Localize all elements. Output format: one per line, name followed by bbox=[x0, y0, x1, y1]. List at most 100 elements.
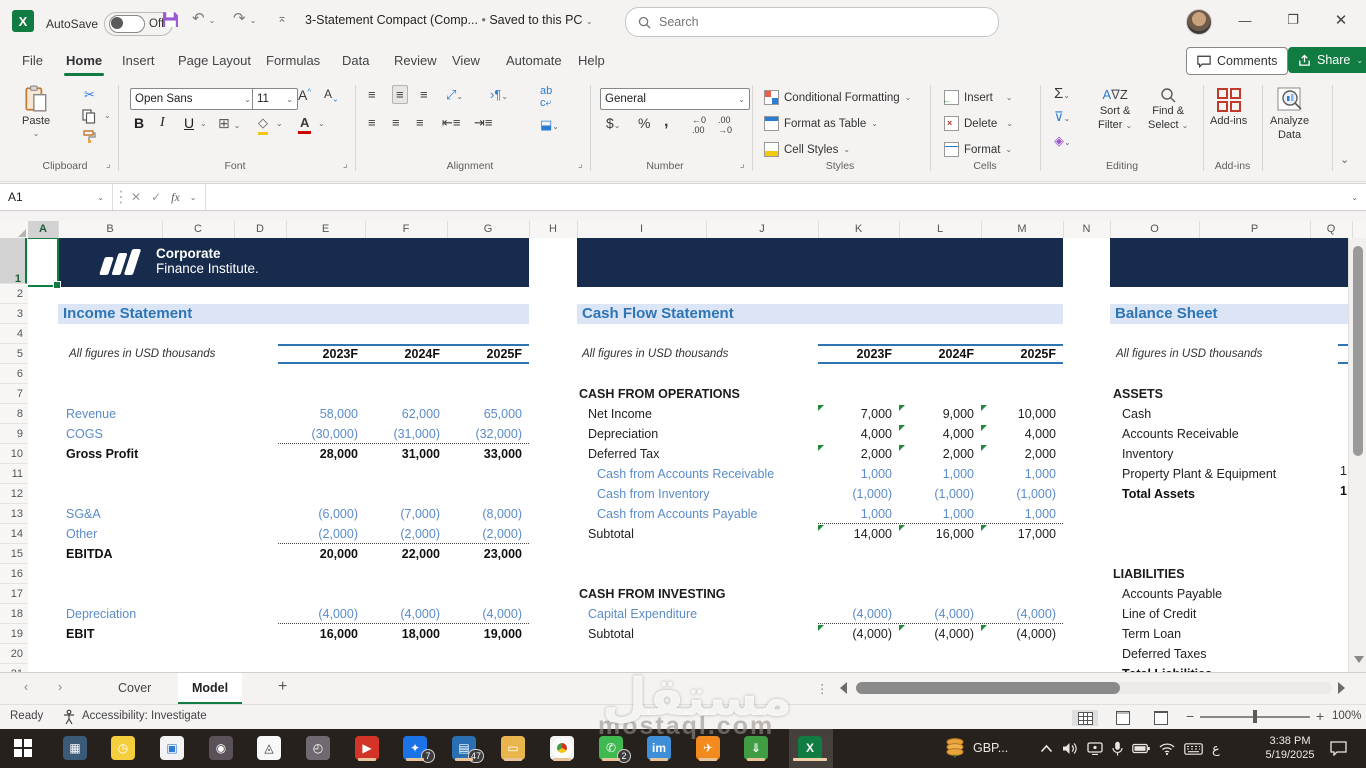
microphone-icon[interactable] bbox=[1112, 741, 1123, 756]
sheet-next-icon[interactable]: › bbox=[58, 680, 62, 694]
balance-row-inventory[interactable]: Inventory bbox=[28, 444, 1348, 464]
decrease-font-icon[interactable]: A⌄ bbox=[324, 87, 339, 103]
column-header-h[interactable]: H bbox=[529, 221, 578, 238]
row-header-5[interactable]: 5 bbox=[0, 344, 27, 364]
ribbon-tab-review[interactable]: Review bbox=[390, 48, 441, 74]
qat-customize-icon[interactable]: ⌅ bbox=[277, 11, 287, 25]
column-header-i[interactable]: I bbox=[577, 221, 707, 238]
share-button[interactable]: Share⌄ bbox=[1288, 47, 1366, 73]
sheet-tab-cover[interactable]: Cover bbox=[104, 673, 165, 704]
taskbar-clock[interactable]: 3:38 PM 5/19/2025 bbox=[1255, 734, 1325, 762]
fill-icon[interactable]: ⊽⌄ bbox=[1054, 109, 1070, 125]
restore-button[interactable]: ❐ bbox=[1276, 5, 1310, 35]
battery-icon[interactable] bbox=[1132, 743, 1150, 754]
minimize-button[interactable]: — bbox=[1228, 5, 1262, 35]
currency-ticker[interactable]: GBP... bbox=[945, 737, 1008, 759]
expand-formula-bar-icon[interactable]: ⌄ bbox=[1351, 193, 1366, 202]
ribbon-tab-automate[interactable]: Automate bbox=[502, 48, 566, 74]
format-as-table-button[interactable]: Format as Table⌄ bbox=[764, 113, 878, 134]
row-header-14[interactable]: 14 bbox=[0, 524, 27, 544]
cell-value[interactable]: 20,000 bbox=[278, 544, 358, 564]
row-header-9[interactable]: 9 bbox=[0, 424, 27, 444]
hscroll-right-icon[interactable] bbox=[1338, 682, 1345, 694]
clipboard-dialog-launcher-icon[interactable]: ⌟ bbox=[106, 159, 111, 170]
align-right-icon[interactable]: ≡ bbox=[416, 115, 424, 130]
cashflow-row-cash-from-accounts-payable[interactable]: Cash from Accounts Payable1,0001,0001,00… bbox=[28, 504, 1348, 524]
row-header-3[interactable]: 3 bbox=[0, 304, 27, 324]
decrease-indent-icon[interactable]: ⇤≡ bbox=[442, 115, 460, 131]
taskbar-app-start-icon[interactable] bbox=[10, 735, 36, 761]
cell-value[interactable]: 22,000 bbox=[360, 544, 440, 564]
scroll-down-icon[interactable] bbox=[1354, 656, 1364, 663]
taskbar-app-messages-app-icon[interactable]: ▤47 bbox=[451, 735, 477, 761]
row-header-16[interactable]: 16 bbox=[0, 564, 27, 584]
fill-color-icon[interactable]: ◇ bbox=[258, 115, 268, 135]
column-header-g[interactable]: G bbox=[447, 221, 530, 238]
taskbar-app-excel-icon[interactable]: X bbox=[797, 735, 823, 761]
accessibility-status[interactable]: Accessibility: Investigate bbox=[82, 710, 207, 722]
merge-center-icon[interactable]: ⬓⌄ bbox=[540, 117, 559, 133]
cell-value[interactable]: 14,000 bbox=[812, 524, 892, 544]
column-header-b[interactable]: B bbox=[58, 221, 163, 238]
increase-font-icon[interactable]: A^ bbox=[298, 87, 311, 103]
underline-button[interactable]: U bbox=[184, 115, 194, 131]
row-header-8[interactable]: 8 bbox=[0, 404, 27, 424]
font-dialog-launcher-icon[interactable]: ⌟ bbox=[343, 159, 348, 170]
bold-button[interactable]: B bbox=[134, 115, 144, 131]
select-all-corner[interactable] bbox=[0, 221, 29, 238]
taskbar-app-file-explorer-icon[interactable]: ▭ bbox=[500, 735, 526, 761]
row-headers[interactable]: 123456789101112131415161718192021 bbox=[0, 238, 29, 672]
column-header-j[interactable]: J bbox=[706, 221, 819, 238]
ribbon-tab-view[interactable]: View bbox=[448, 48, 484, 74]
analyze-data-button[interactable]: AnalyzeData bbox=[1270, 87, 1309, 141]
column-header-q[interactable]: Q bbox=[1310, 221, 1353, 238]
format-painter-icon[interactable] bbox=[82, 129, 97, 149]
ribbon-tab-insert[interactable]: Insert bbox=[118, 48, 159, 74]
column-header-e[interactable]: E bbox=[286, 221, 366, 238]
tray-chevron-up-icon[interactable] bbox=[1040, 744, 1053, 753]
balance-row-assets[interactable]: ASSETS bbox=[28, 384, 1348, 404]
income-row-ebitda[interactable]: EBITDA20,00022,00023,000 bbox=[28, 544, 1348, 564]
column-header-f[interactable]: F bbox=[365, 221, 448, 238]
selected-cell-a1[interactable] bbox=[28, 238, 59, 287]
row-header-11[interactable]: 11 bbox=[0, 464, 27, 484]
cashflow-row-subtotal[interactable]: Subtotal14,00016,00017,000 bbox=[28, 524, 1348, 544]
find-select-button[interactable]: Find &Select ⌄ bbox=[1148, 87, 1188, 131]
taskbar-app-chrome-icon[interactable] bbox=[549, 735, 575, 761]
collapse-ribbon-icon[interactable]: ⌄ bbox=[1340, 153, 1349, 166]
autosum-icon[interactable]: Σ⌄ bbox=[1054, 85, 1070, 102]
volume-icon[interactable] bbox=[1062, 742, 1078, 755]
row-header-13[interactable]: 13 bbox=[0, 504, 27, 524]
cell-value[interactable]: 1,000 bbox=[894, 504, 974, 524]
sheet-tab-model[interactable]: Model bbox=[178, 673, 242, 704]
wrap-text-icon[interactable]: abc⤶ bbox=[540, 85, 552, 110]
number-format-combobox[interactable]: General⌄ bbox=[600, 88, 750, 110]
fill-color-dropdown-icon[interactable]: ⌄ bbox=[276, 119, 283, 128]
row-header-4[interactable]: 4 bbox=[0, 324, 27, 344]
balance-row-cash[interactable]: Cash bbox=[28, 404, 1348, 424]
cell-styles-button[interactable]: Cell Styles⌄ bbox=[764, 139, 850, 160]
search-box[interactable]: Search bbox=[625, 7, 999, 37]
format-cells-button[interactable]: Format⌄ bbox=[944, 139, 1012, 160]
ribbon-tab-home[interactable]: Home bbox=[62, 48, 106, 74]
increase-indent-icon[interactable]: ⇥≡ bbox=[474, 115, 492, 131]
zoom-slider-handle[interactable] bbox=[1253, 710, 1257, 723]
cut-icon[interactable]: ✂ bbox=[84, 87, 95, 103]
keyboard-icon[interactable] bbox=[1184, 743, 1203, 755]
comments-button[interactable]: Comments bbox=[1186, 47, 1288, 75]
balance-row-property-plant-equipment[interactable]: Property Plant & Equipment bbox=[28, 464, 1348, 484]
font-color-icon[interactable]: A bbox=[298, 115, 311, 134]
undo-button[interactable]: ↶ ⌄ bbox=[192, 9, 215, 27]
row-header-1[interactable]: 1 bbox=[0, 238, 27, 284]
autosave-toggle[interactable]: AutoSave Off bbox=[46, 12, 173, 36]
row-header-12[interactable]: 12 bbox=[0, 484, 27, 504]
taskbar-app-clock-app-icon[interactable]: ◴ bbox=[305, 735, 331, 761]
row-header-15[interactable]: 15 bbox=[0, 544, 27, 564]
taskbar-app-media-player-icon[interactable]: ◬ bbox=[256, 735, 282, 761]
name-box[interactable]: A1⌄ bbox=[0, 184, 113, 210]
ribbon-tab-help[interactable]: Help bbox=[574, 48, 609, 74]
cell-value[interactable]: 1,000 bbox=[976, 504, 1056, 524]
copy-dropdown-icon[interactable]: ⌄ bbox=[104, 111, 111, 120]
taskbar-app-calculator-icon[interactable]: ▦ bbox=[62, 735, 88, 761]
row-header-19[interactable]: 19 bbox=[0, 624, 27, 644]
